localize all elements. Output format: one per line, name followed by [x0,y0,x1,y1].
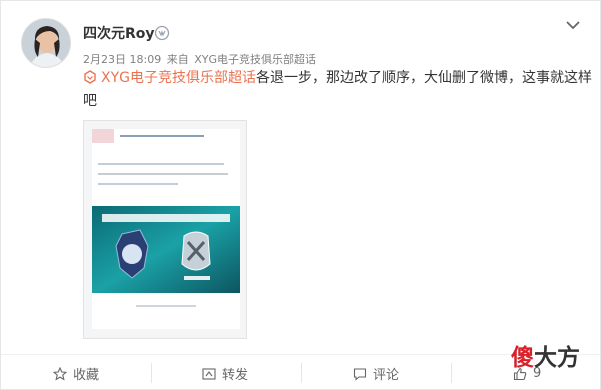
username[interactable]: 四次元Roy [83,23,155,43]
divider [301,363,302,383]
comment-label: 评论 [373,368,400,383]
image-text-line [98,173,228,175]
post-image-thumbnail[interactable] [83,120,247,339]
super-topic-link[interactable]: XYG电子竞技俱乐部超话 [101,70,256,86]
divider [151,363,152,383]
image-title-line [120,135,204,137]
weibo-post-card: 四次元Roy 2月23日 18:09 来自 XYG电子竞技俱乐部超话 XYG电子… [0,0,601,390]
repost-label: 转发 [222,368,249,383]
watermark: 傻大方 [511,338,580,372]
chevron-down-icon[interactable] [565,19,581,31]
image-text-line [98,183,178,185]
post-content: XYG电子竞技俱乐部超话各退一步，那边改了顺序，大仙删了微博，这事就这样吧 [83,67,593,113]
star-icon [53,366,67,381]
image-banner [92,206,240,293]
watermark-part2: 大方 [534,345,580,371]
from-label: 来自 [166,53,189,66]
post-time[interactable]: 2月23日 18:09 [83,53,161,66]
image-text-line [98,163,224,165]
comment-button[interactable]: 评论 [353,355,399,390]
image-tag [92,129,114,143]
watermark-part1: 傻 [511,345,534,371]
repost-icon [202,367,216,380]
favorite-button[interactable]: 收藏 [53,355,99,390]
divider [451,363,452,383]
super-topic-icon [84,70,96,84]
comment-icon [353,367,367,381]
image-content [92,129,240,329]
vip-badge-icon [154,25,170,41]
favorite-label: 收藏 [73,368,100,383]
post-meta: 2月23日 18:09 来自 XYG电子竞技俱乐部超话 [83,51,316,67]
avatar[interactable] [21,18,71,68]
repost-button[interactable]: 转发 [202,355,248,390]
image-footer-line [136,305,196,307]
post-source[interactable]: XYG电子竞技俱乐部超话 [194,53,316,66]
